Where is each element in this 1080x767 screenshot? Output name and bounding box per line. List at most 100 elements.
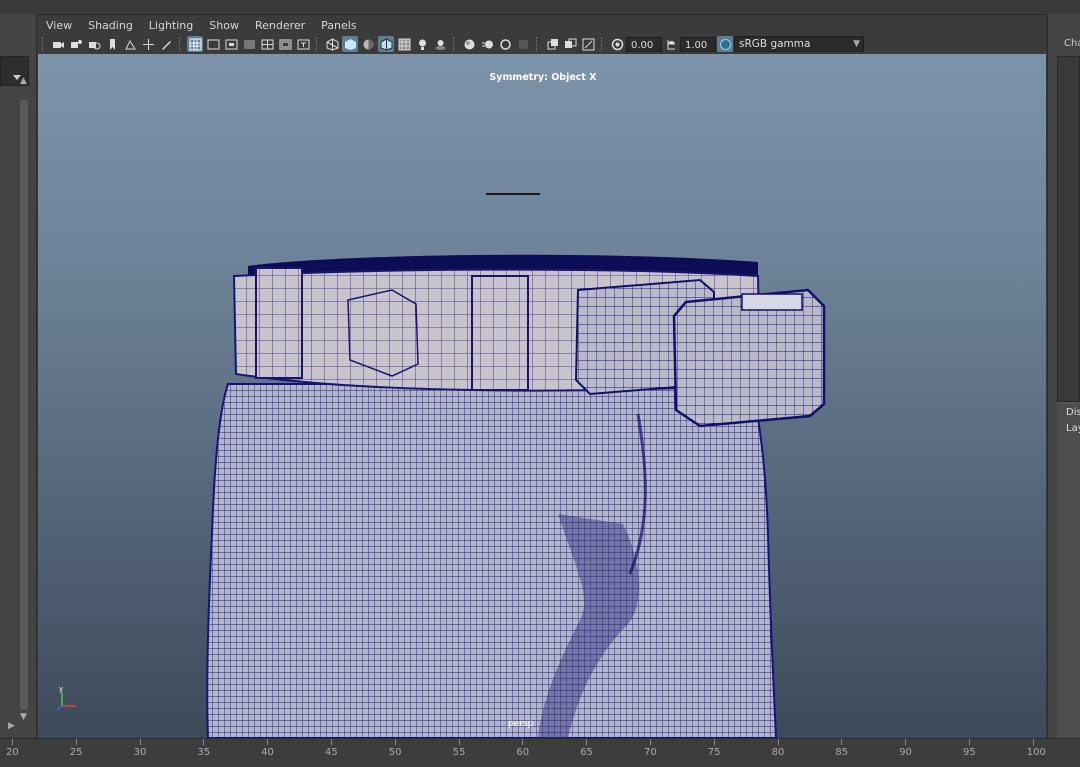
field-chart-icon[interactable] [259, 36, 275, 52]
shadows-icon[interactable] [432, 36, 448, 52]
exposure-field[interactable]: 0.00 [626, 36, 662, 52]
menu-shading[interactable]: Shading [80, 16, 141, 34]
right-panel: Cha Dis Lay [1048, 14, 1080, 738]
timeline-tick-label: 20 [6, 747, 19, 758]
timeline-tick-label: 65 [580, 747, 593, 758]
left-tool-panel: ▲ ▼ ▶ [0, 14, 36, 738]
menu-lighting[interactable]: Lighting [141, 16, 201, 34]
svg-text:y: y [59, 685, 63, 693]
viewport-toolbar: 0.00 1.00 sRGB gamma ▼ [38, 34, 1046, 54]
multisample-aa-icon[interactable] [497, 36, 513, 52]
xray-joints-icon[interactable] [580, 36, 596, 52]
smooth-shade-icon[interactable] [342, 36, 358, 52]
bookmark-icon[interactable] [104, 36, 120, 52]
expand-arrow-icon[interactable]: ▶ [8, 721, 15, 731]
left-scrollbar[interactable] [20, 100, 28, 710]
grid-icon[interactable] [187, 36, 203, 52]
bookmark-camera-icon[interactable] [86, 36, 102, 52]
select-camera-icon[interactable] [50, 36, 66, 52]
toolbar-separator [453, 37, 456, 51]
wireframe-icon[interactable] [324, 36, 340, 52]
timeline-tick-label: 60 [516, 747, 530, 758]
time-slider[interactable]: 20 25 30 35 40 45 50 55 60 65 70 75 80 85 90 95 100 [0, 738, 1080, 767]
timeline-tick-label: 100 [1026, 747, 1046, 758]
timeline-tick-mark [586, 739, 588, 745]
toolbar-separator [179, 37, 182, 51]
display-tab[interactable]: Dis [1066, 407, 1080, 418]
resolution-gate-icon[interactable] [223, 36, 239, 52]
timeline-tick-label: 35 [197, 747, 211, 758]
color-space-dropdown[interactable]: sRGB gamma ▼ [734, 36, 864, 52]
isolate-select-icon[interactable] [544, 36, 560, 52]
timeline-tick-mark [905, 739, 907, 745]
camera-attributes-icon[interactable] [68, 36, 84, 52]
timeline-tick-label: 30 [133, 747, 147, 758]
grease-pencil-icon[interactable] [158, 36, 174, 52]
timeline-tick-mark [12, 739, 13, 745]
timeline-tick-label: 95 [963, 747, 976, 758]
pants-mesh [206, 383, 778, 738]
timeline-tick-mark [267, 739, 269, 745]
channel-box-area [1057, 56, 1080, 402]
chevron-down-icon: ▼ [853, 39, 860, 49]
timeline-tick-mark [331, 739, 332, 745]
lights-icon[interactable] [414, 36, 430, 52]
screen-space-ao-icon[interactable] [461, 36, 477, 52]
textured-icon[interactable] [396, 36, 412, 52]
film-gate-icon[interactable] [205, 36, 221, 52]
gamma-icon[interactable] [663, 36, 679, 52]
timeline-tick-label: 85 [835, 747, 849, 758]
viewport-scene [206, 193, 826, 738]
timeline-tick-mark [394, 739, 396, 745]
menu-show[interactable]: Show [201, 16, 247, 34]
timeline-tick-mark [522, 739, 524, 745]
scroll-up-icon[interactable]: ▲ [20, 76, 27, 86]
timeline-tick-mark [458, 739, 460, 745]
layers-tab[interactable]: Lay [1066, 423, 1080, 434]
2d-pan-zoom-icon[interactable] [140, 36, 156, 52]
timeline-tick-mark [841, 739, 843, 745]
menu-view[interactable]: View [38, 16, 80, 34]
timeline-tick-label: 80 [771, 747, 785, 758]
timeline-tick-mark [139, 739, 141, 745]
menu-renderer[interactable]: Renderer [247, 16, 313, 34]
axis-gizmo: y [56, 685, 76, 711]
menu-panels[interactable]: Panels [313, 16, 364, 34]
timeline-tick-mark [713, 739, 715, 745]
belt-loop [471, 275, 529, 391]
3d-viewport[interactable]: Symmetry: Object X y persp [38, 54, 1046, 738]
timeline-tick-mark [75, 739, 77, 745]
camera-label: persp [508, 719, 534, 729]
exposure-icon[interactable] [609, 36, 625, 52]
wireframe-on-shaded-icon[interactable] [378, 36, 394, 52]
gate-mask-icon[interactable] [241, 36, 257, 52]
timeline-tick-label: 25 [69, 747, 83, 758]
default-material-icon[interactable] [360, 36, 376, 52]
toolbar-separator [601, 37, 604, 51]
image-plane-icon[interactable] [122, 36, 138, 52]
timeline-tick-label: 50 [388, 747, 402, 758]
timeline-tick-label: 40 [261, 747, 274, 758]
timeline-tick-label: 90 [899, 747, 912, 758]
xray-icon[interactable] [562, 36, 578, 52]
scroll-down-icon[interactable]: ▼ [20, 712, 27, 722]
timeline-tick-mark [203, 739, 205, 745]
color-space-value: sRGB gamma [739, 38, 811, 50]
top-shelf-strip [0, 0, 1080, 15]
timeline-tick-mark [1032, 739, 1034, 745]
safe-action-icon[interactable] [277, 36, 293, 52]
gamma-field[interactable]: 1.00 [680, 36, 716, 52]
depth-of-field-icon[interactable] [515, 36, 531, 52]
motion-blur-icon[interactable] [479, 36, 495, 52]
channel-box-tab[interactable]: Cha [1064, 38, 1080, 49]
timeline-tick-label: 75 [707, 747, 721, 758]
timeline-tick-mark [650, 739, 651, 745]
toolbar-separator [316, 37, 319, 51]
layer-editor-area [1057, 402, 1080, 738]
timeline-tick-mark [777, 739, 779, 745]
belt-loop [255, 267, 303, 379]
color-management-icon[interactable] [717, 36, 733, 52]
safe-title-icon[interactable] [295, 36, 311, 52]
buckle-slot [741, 293, 803, 311]
timeline-tick-label: 45 [325, 747, 338, 758]
